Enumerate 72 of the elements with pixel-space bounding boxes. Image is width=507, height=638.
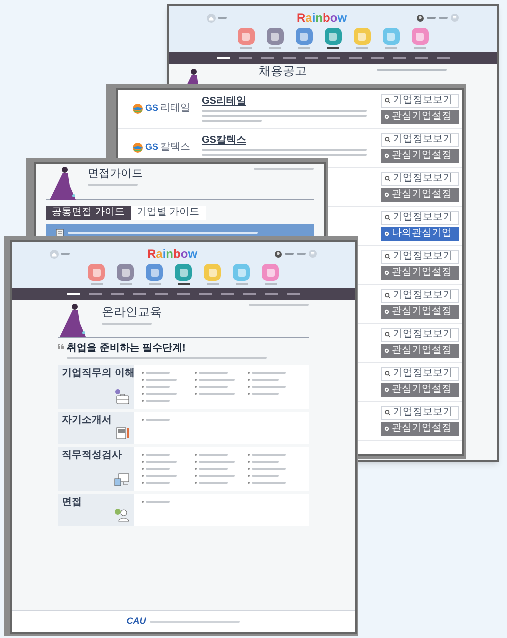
rainbow-logo[interactable]: Rainbow [296, 12, 348, 24]
company-info-button[interactable]: 기업정보보기 [381, 328, 459, 342]
company-info-button[interactable]: 기업정보보기 [381, 211, 459, 225]
company-info-button[interactable]: 기업정보보기 [381, 94, 459, 108]
avatar-icon [416, 14, 424, 22]
notebook-icon [116, 426, 130, 440]
company-name-link[interactable]: GS리테일 [202, 96, 246, 106]
gear-icon [384, 348, 390, 354]
company-info-button[interactable]: 기업정보보기 [381, 172, 459, 186]
gear-icon [384, 270, 390, 276]
company-info-button[interactable]: 기업정보보기 [381, 367, 459, 381]
category-button[interactable] [324, 28, 342, 49]
company-name-link[interactable]: GS칼텍스 [202, 136, 246, 146]
company-logo: GS [145, 141, 158, 154]
interest-company-button[interactable]: 관심기업설정 [381, 305, 459, 319]
guide-tab[interactable]: 공통면접 가이드 [46, 206, 131, 220]
briefcase-icon [114, 389, 130, 405]
search-icon [385, 98, 391, 104]
gear-icon [384, 231, 390, 237]
page-title: 온라인교육 [102, 306, 162, 318]
page-title: 채용공고 [259, 65, 307, 77]
rainbow-logo[interactable]: Rainbow [147, 248, 198, 260]
company-info-button[interactable]: 기업정보보기 [381, 406, 459, 420]
interest-company-button[interactable]: 관심기업설정 [381, 422, 459, 436]
company-logo-subtitle: 칼텍스 [160, 143, 190, 153]
company-logo-subtitle: 리테일 [160, 104, 190, 114]
interest-company-button[interactable]: 관심기업설정 [381, 110, 459, 124]
gear-icon [384, 387, 390, 393]
interest-company-button[interactable]: 나의관심기업 [381, 227, 459, 241]
company-logo-icon [133, 104, 144, 114]
page-title: 면접가이드 [88, 169, 143, 180]
person-icon [114, 508, 130, 522]
category-button[interactable] [175, 264, 192, 285]
company-info-button[interactable]: 기업정보보기 [381, 289, 459, 303]
monitor-icon [114, 473, 130, 487]
gear-icon [384, 192, 390, 198]
interest-company-button[interactable]: 관심기업설정 [381, 149, 459, 163]
search-icon [385, 332, 391, 338]
interest-company-button[interactable]: 관심기업설정 [381, 266, 459, 280]
interest-company-button[interactable]: 관심기업설정 [381, 344, 459, 358]
section-title: 기업직무의 이해 [62, 369, 135, 379]
guide-tab[interactable]: 기업별 가이드 [130, 206, 206, 220]
company-logo-icon [133, 143, 144, 153]
intro-title: 취업을 준비하는 필수단계! [67, 344, 187, 354]
section-title: 직무적성검사 [62, 451, 122, 461]
menu-icon[interactable] [450, 14, 459, 22]
search-icon [385, 410, 391, 416]
gear-icon [384, 309, 390, 315]
university-logo: CAU [126, 614, 146, 628]
search-icon [385, 176, 391, 182]
interest-company-button[interactable]: 관심기업설정 [381, 188, 459, 202]
search-icon [385, 137, 391, 143]
avatar-icon [274, 250, 282, 258]
search-icon [385, 215, 391, 221]
company-info-button[interactable]: 기업정보보기 [381, 133, 459, 147]
home-icon[interactable] [50, 250, 59, 258]
gear-icon [384, 426, 390, 432]
company-logo: GS [145, 102, 158, 116]
search-icon [385, 254, 391, 260]
gear-icon [384, 153, 390, 159]
gear-icon [384, 114, 390, 120]
figure-drawing [48, 166, 78, 200]
home-icon[interactable] [207, 14, 216, 22]
section-title: 자기소개서 [62, 416, 112, 426]
company-info-button[interactable]: 기업정보보기 [381, 250, 459, 264]
section-title: 면접 [62, 498, 82, 508]
search-icon [385, 371, 391, 377]
quote-icon [58, 344, 64, 349]
interest-company-button[interactable]: 관심기업설정 [381, 383, 459, 397]
search-icon [385, 293, 391, 299]
figure-drawing [58, 303, 88, 337]
menu-icon[interactable] [308, 250, 317, 258]
